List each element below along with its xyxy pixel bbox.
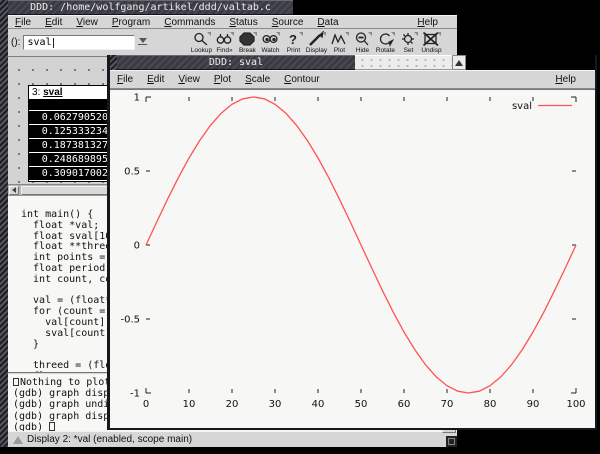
- chevron-down-icon: [139, 38, 147, 43]
- x-tick-label: 80: [484, 399, 497, 410]
- main-titlebar[interactable]: DDD: /home/wolfgang/artikel/ddd/valtab.c: [8, 0, 457, 15]
- main-window-title: DDD: /home/wolfgang/artikel/ddd/valtab.c: [30, 2, 271, 13]
- main-menu-program[interactable]: Program: [105, 17, 157, 28]
- x-tick-label: 70: [441, 399, 454, 410]
- set-gear-icon: [399, 32, 417, 47]
- tool-button-plot[interactable]: Plot: [328, 32, 350, 54]
- plot-titlebar[interactable]: DDD: sval: [110, 55, 595, 70]
- tool-button-set[interactable]: Set: [397, 32, 419, 54]
- main-menu-edit[interactable]: Edit: [38, 17, 69, 28]
- plot-menu-scale[interactable]: Scale: [238, 74, 277, 85]
- status-bar: Display 2: *val (enabled, scope main): [8, 431, 457, 447]
- arg-field-label: ():: [11, 37, 20, 48]
- display-box-name: sval: [43, 87, 62, 98]
- triangle-up-icon: [455, 60, 463, 66]
- toolbar-buttons: LookupFind»BreakWatch?PrintDisplayPlotHi…: [190, 32, 442, 54]
- titlebar-focus-pattern[interactable]: [355, 55, 452, 70]
- svg-text:?: ?: [289, 32, 297, 47]
- window-border-texture[interactable]: [0, 0, 8, 447]
- display-box-sval[interactable]: 3: sval 0.06279052050.12533323470.187381…: [28, 85, 117, 182]
- x-tick-label: 60: [398, 399, 411, 410]
- main-menu-commands[interactable]: Commands: [157, 17, 222, 28]
- table-row: [29, 100, 116, 111]
- main-menu-source[interactable]: Source: [265, 17, 311, 28]
- y-tick-label: -1: [130, 389, 140, 400]
- plot-canvas[interactable]: 0 10 20 30 40 50 60 70 80 90 100 -1 -0.5 0 0.5 1 sval: [110, 89, 595, 428]
- x-tick-label: 0: [143, 399, 149, 410]
- display-box-values: 0.06279052050.12533323470.18738132720.24…: [29, 100, 116, 181]
- plot-menubar: FileEditViewPlotScaleContour Help: [110, 70, 595, 89]
- x-tick-label: 10: [183, 399, 196, 410]
- sval-curve: [146, 97, 576, 393]
- plot-curve-icon: [330, 32, 348, 47]
- tool-button-undisp[interactable]: Undisp: [420, 32, 442, 54]
- print-icon: ?: [284, 32, 302, 47]
- arg-dropdown-button[interactable]: [137, 38, 148, 48]
- tool-button-rotate[interactable]: Rotate: [374, 32, 396, 54]
- tool-button-find[interactable]: Find»: [213, 32, 235, 54]
- display-box-title[interactable]: 3: sval: [29, 86, 116, 100]
- main-menu-view[interactable]: View: [69, 17, 105, 28]
- tool-button-break[interactable]: Break: [236, 32, 258, 54]
- main-menubar: FileEditViewProgramCommandsStatusSourceD…: [8, 15, 457, 29]
- plot-menu-contour[interactable]: Contour: [277, 74, 327, 85]
- scroll-left-button[interactable]: [9, 186, 19, 195]
- main-menu-data[interactable]: Data: [310, 17, 345, 28]
- main-toolbar: (): sval LookupFind»BreakWatch?PrintDisp…: [8, 29, 457, 57]
- text-caret: [49, 422, 55, 431]
- window-resize-grip[interactable]: [446, 436, 457, 447]
- plot-menu-help[interactable]: Help: [548, 74, 583, 85]
- table-row: 0.2486898959: [29, 153, 116, 167]
- table-row: 0.1253332347: [29, 125, 116, 139]
- alert-triangle-icon: [13, 436, 23, 444]
- table-row: 0.3090170026: [29, 167, 116, 181]
- arrow-left-icon: [12, 187, 16, 193]
- x-tick-label: 30: [269, 399, 282, 410]
- legend-label: sval: [512, 101, 532, 112]
- undisplay-icon: [422, 32, 440, 47]
- tool-button-hide[interactable]: Hide: [351, 32, 373, 54]
- x-tick-label: 90: [527, 399, 540, 410]
- text-caret: [53, 38, 54, 48]
- arg-input[interactable]: sval: [23, 35, 135, 50]
- eyes-icon: [261, 32, 279, 47]
- magnifier-icon: [192, 32, 210, 47]
- x-tick-label: 40: [312, 399, 325, 410]
- hide-magnifier-icon: [353, 32, 371, 47]
- y-tick-label: 1: [134, 93, 140, 104]
- status-text: Display 2: *val (enabled, scope main): [27, 434, 192, 445]
- plot-menu-file[interactable]: File: [110, 74, 140, 85]
- table-row: 0.0627905205: [29, 111, 116, 125]
- plot-menu-view[interactable]: View: [171, 74, 207, 85]
- x-tick-label: 20: [226, 399, 239, 410]
- main-menu-status[interactable]: Status: [222, 17, 264, 28]
- tool-button-watch[interactable]: Watch: [259, 32, 281, 54]
- window-border-texture[interactable]: [110, 55, 117, 70]
- stop-icon: [238, 32, 256, 47]
- main-menu-help[interactable]: Help: [410, 17, 445, 28]
- tool-button-print[interactable]: ?Print: [282, 32, 304, 54]
- table-row: 0.1873813272: [29, 139, 116, 153]
- plot-menu-plot[interactable]: Plot: [207, 74, 238, 85]
- tool-button-display[interactable]: Display: [305, 32, 327, 54]
- plot-window: DDD: sval FileEditViewPlotScaleContour He…: [107, 55, 597, 430]
- y-tick-label: -0.5: [120, 315, 140, 326]
- tool-button-lookup[interactable]: Lookup: [190, 32, 212, 54]
- sine-plot: 0 10 20 30 40 50 60 70 80 90 100 -1 -0.5 0 0.5 1 sval: [110, 90, 595, 430]
- display-pen-icon: [307, 32, 325, 47]
- binoculars-icon: [215, 32, 233, 47]
- arg-input-value: sval: [27, 37, 51, 48]
- y-tick-label: 0: [134, 241, 140, 252]
- x-tick-label: 50: [355, 399, 368, 410]
- warning-icon: [13, 378, 19, 386]
- y-tick-label: 0.5: [124, 167, 140, 178]
- plot-window-title: DDD: sval: [209, 57, 263, 68]
- rotate-arrow-icon: [376, 32, 394, 47]
- iconify-button[interactable]: [452, 55, 466, 70]
- x-tick-label: 100: [566, 399, 585, 410]
- main-menu-file[interactable]: File: [8, 17, 38, 28]
- plot-menu-edit[interactable]: Edit: [140, 74, 171, 85]
